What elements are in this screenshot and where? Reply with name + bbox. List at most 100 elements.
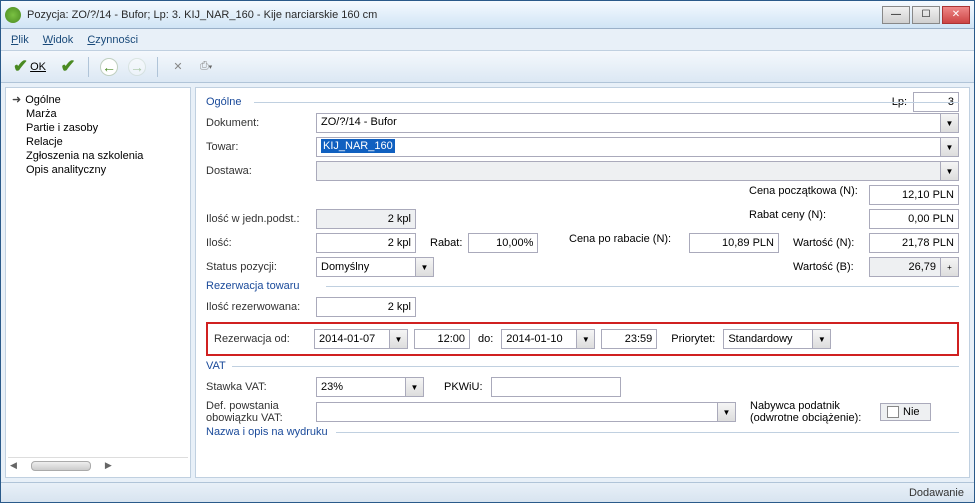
cena-po-input[interactable] [689, 233, 779, 253]
pkwiu-input[interactable] [491, 377, 621, 397]
dostawa-field[interactable]: ▼ [316, 161, 959, 181]
main-panel: Lp: Ogólne Dokument: ZO/?/14 - Bufor ▼ T… [195, 87, 970, 478]
scroll-right-icon: ▶ [105, 460, 112, 471]
dostawa-dropdown[interactable]: ▼ [941, 161, 959, 181]
towar-dropdown[interactable]: ▼ [941, 137, 959, 157]
nabywca-nie: Nie [903, 406, 920, 418]
back-button[interactable]: ← [97, 55, 121, 79]
towar-label: Towar: [206, 141, 316, 153]
close-button[interactable]: ✕ [942, 6, 970, 24]
check-icon: ✔ [60, 56, 75, 77]
cena-po-label: Cena po rabacie (N): [569, 233, 689, 253]
ok-button[interactable]: ✔ OK [7, 55, 52, 79]
status-input[interactable] [316, 257, 416, 277]
statusbar: Dodawanie [1, 482, 974, 502]
dokument-dropdown[interactable]: ▼ [941, 113, 959, 133]
maximize-button[interactable]: ☐ [912, 6, 940, 24]
sidebar-item-partie[interactable]: Partie i zasoby [8, 121, 188, 135]
ok-label: OK [30, 61, 46, 73]
sidebar: Ogólne Marża Partie i zasoby Relacje Zgł… [5, 87, 191, 478]
stawka-dropdown[interactable]: ▼ [406, 377, 424, 397]
ilosc-rez-label: Ilość rezerwowana: [206, 301, 316, 313]
window-title: Pozycja: ZO/?/14 - Bufor; Lp: 3. KIJ_NAR… [27, 9, 882, 21]
ilosc-label: Ilość: [206, 237, 316, 249]
rez-do-time-input[interactable] [601, 329, 657, 349]
section-nazwa: Nazwa i opis na wydruku [206, 426, 959, 438]
body: Ogólne Marża Partie i zasoby Relacje Zgł… [1, 83, 974, 482]
print-button[interactable]: ⎙▾ [194, 55, 218, 79]
section-rezerwacja: Rezerwacja towaru [206, 280, 959, 292]
menubar: Plik Widok Czynności [1, 29, 974, 51]
cena-pocz-input[interactable] [869, 185, 959, 205]
section-vat: VAT [206, 360, 959, 372]
cena-pocz-label: Cena początkowa (N): [749, 185, 869, 205]
sidebar-item-opis[interactable]: Opis analityczny [8, 163, 188, 177]
menu-widok[interactable]: Widok [43, 34, 74, 46]
apply-button[interactable]: ✔ [56, 55, 80, 79]
app-icon [5, 7, 21, 23]
rez-od-label: Rezerwacja od: [214, 333, 314, 345]
app-window: Pozycja: ZO/?/14 - Bufor; Lp: 3. KIJ_NAR… [0, 0, 975, 503]
wartosc-b-plus[interactable]: + [941, 257, 959, 277]
wartosc-n-label: Wartość (N): [793, 237, 869, 249]
toolbar: ✔ OK ✔ ← → ✕ ⎙▾ [1, 51, 974, 83]
rez-od-date-input[interactable] [314, 329, 390, 349]
rabat-ceny-input[interactable] [869, 209, 959, 229]
tools-button[interactable]: ✕ [166, 55, 190, 79]
dokument-field[interactable]: ZO/?/14 - Bufor ▼ [316, 113, 959, 133]
separator [157, 57, 158, 77]
forward-button[interactable]: → [125, 55, 149, 79]
nabywca-label: Nabywca podatnik (odwrotne obciążenie): [750, 400, 880, 424]
minimize-button[interactable]: — [882, 6, 910, 24]
priorytet-input[interactable] [723, 329, 813, 349]
ilosc-jedn-input [316, 209, 416, 229]
menu-plik[interactable]: Plik [11, 34, 29, 46]
wartosc-b-label: Wartość (B): [793, 261, 869, 273]
menu-czynnosci[interactable]: Czynności [87, 34, 138, 46]
wartosc-n-input[interactable] [869, 233, 959, 253]
status-dropdown[interactable]: ▼ [416, 257, 434, 277]
arrow-left-icon: ← [100, 58, 118, 76]
def-vat-dropdown[interactable]: ▼ [718, 402, 736, 422]
printer-icon: ⎙ [200, 60, 209, 73]
window-buttons: — ☐ ✕ [882, 6, 970, 24]
sidebar-item-marza[interactable]: Marża [8, 107, 188, 121]
sidebar-scrollbar[interactable]: ◀ ▶ [8, 457, 188, 473]
ilosc-input[interactable] [316, 233, 416, 253]
scroll-thumb[interactable] [31, 461, 91, 471]
arrow-right-icon: → [128, 58, 146, 76]
rabat-input[interactable] [468, 233, 538, 253]
def-vat-label: Def. powstania obowiązku VAT: [206, 400, 316, 424]
rez-do-date-dropdown[interactable]: ▼ [577, 329, 595, 349]
rez-do-label: do: [478, 333, 493, 345]
rabat-ceny-label: Rabat ceny (N): [749, 209, 869, 229]
dokument-value: ZO/?/14 - Bufor [316, 113, 941, 133]
ilosc-rez-input[interactable] [316, 297, 416, 317]
rez-od-date-dropdown[interactable]: ▼ [390, 329, 408, 349]
sidebar-item-ogolne[interactable]: Ogólne [8, 92, 188, 107]
pkwiu-label: PKWiU: [444, 381, 483, 393]
rez-do-date-input[interactable] [501, 329, 577, 349]
rez-od-time-input[interactable] [414, 329, 470, 349]
sidebar-item-zgloszenia[interactable]: Zgłoszenia na szkolenia [8, 149, 188, 163]
wartosc-b-input [869, 257, 941, 277]
dokument-label: Dokument: [206, 117, 316, 129]
tools-icon: ✕ [173, 60, 182, 73]
stawka-label: Stawka VAT: [206, 381, 316, 393]
dostawa-label: Dostawa: [206, 165, 316, 177]
stawka-input[interactable] [316, 377, 406, 397]
towar-value: KIJ_NAR_160 [316, 137, 941, 157]
def-vat-input[interactable] [316, 402, 718, 422]
scroll-left-icon: ◀ [10, 460, 17, 471]
status-text: Dodawanie [909, 487, 964, 499]
nabywca-checkbox[interactable] [887, 406, 899, 418]
dostawa-value [316, 161, 941, 181]
towar-selected-text: KIJ_NAR_160 [321, 139, 395, 153]
section-ogolne: Ogólne [206, 96, 959, 108]
status-label: Status pozycji: [206, 261, 316, 273]
priorytet-dropdown[interactable]: ▼ [813, 329, 831, 349]
sidebar-item-relacje[interactable]: Relacje [8, 135, 188, 149]
towar-field[interactable]: KIJ_NAR_160 ▼ [316, 137, 959, 157]
check-icon: ✔ [13, 56, 28, 77]
titlebar: Pozycja: ZO/?/14 - Bufor; Lp: 3. KIJ_NAR… [1, 1, 974, 29]
